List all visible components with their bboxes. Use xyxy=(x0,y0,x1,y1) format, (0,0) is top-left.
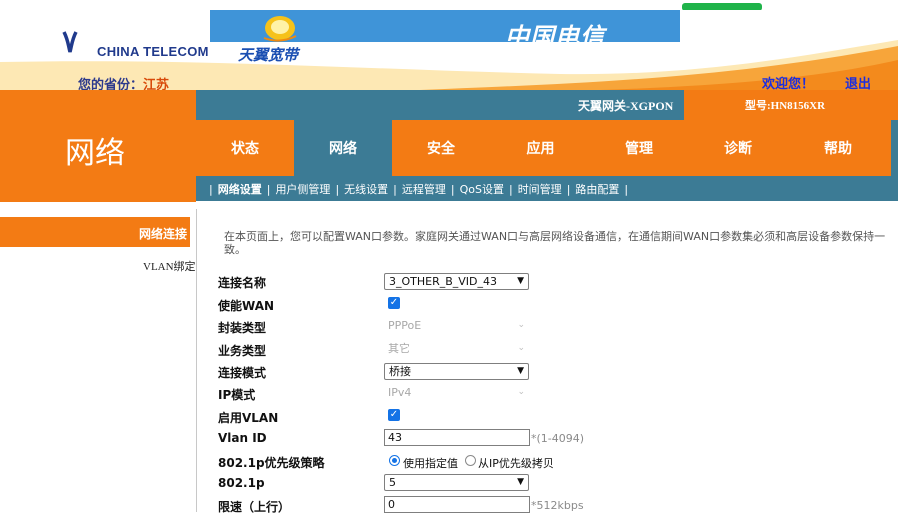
connection-name-select[interactable]: 3_OTHER_B_VID_43 ▼ xyxy=(384,273,529,290)
tab-management[interactable]: 管理 xyxy=(590,120,688,176)
china-telecom-logo-icon xyxy=(62,31,78,53)
gateway-name: 天翼网关-XGPON xyxy=(578,99,674,113)
subnav-user-side[interactable]: 用户侧管理 xyxy=(275,183,330,196)
connection-name-label: 连接名称 xyxy=(218,276,267,290)
sub-nav-divider: | xyxy=(624,183,629,196)
tab-status[interactable]: 状态 xyxy=(196,120,294,176)
main-nav: 状态 网络 安全 应用 管理 诊断 帮助 xyxy=(196,120,891,176)
conn-mode-label: 连接模式 xyxy=(218,366,267,380)
enable-vlan-label: 启用VLAN xyxy=(218,411,279,425)
subnav-time[interactable]: 时间管理 xyxy=(518,183,562,196)
ip-mode-select[interactable]: IPv4 ⌄ xyxy=(384,385,529,402)
vlan-id-input[interactable]: 43 xyxy=(384,429,530,446)
rate-up-hint: *512kbps xyxy=(531,499,584,512)
priority-policy-option-copy: 从IP优先级拷贝 xyxy=(478,457,554,470)
chevron-down-icon: ⌄ xyxy=(517,343,525,353)
sub-nav-divider: | xyxy=(450,183,455,196)
sub-nav-divider: | xyxy=(566,183,571,196)
sub-nav-divider: | xyxy=(266,183,271,196)
service-type-label: 业务类型 xyxy=(218,344,267,358)
sidebar-item-vlan-binding[interactable]: VLAN绑定 xyxy=(143,258,196,274)
chevron-down-icon: ▼ xyxy=(517,276,524,286)
conn-mode-select[interactable]: 桥接 ▼ xyxy=(384,363,529,380)
nav-right-strip xyxy=(891,120,898,176)
chevron-down-icon: ⌄ xyxy=(517,320,525,330)
priority-policy-radio-copy[interactable] xyxy=(465,455,476,466)
chevron-down-icon: ▼ xyxy=(517,366,524,376)
chevron-down-icon: ⌄ xyxy=(517,387,525,397)
model-number: 型号:HN8156XR xyxy=(745,100,826,112)
tianyi-mascot-icon xyxy=(263,16,297,42)
vlan-id-label: Vlan ID xyxy=(218,431,267,445)
priority-policy-label: 802.1p优先级策略 xyxy=(218,456,325,470)
tab-application[interactable]: 应用 xyxy=(491,120,590,176)
subnav-qos[interactable]: QoS设置 xyxy=(460,183,504,196)
subnav-wireless[interactable]: 无线设置 xyxy=(344,183,388,196)
rate-up-label: 限速（上行） xyxy=(218,500,291,514)
subnav-network-settings[interactable]: 网络设置 xyxy=(218,183,262,196)
tab-security[interactable]: 安全 xyxy=(392,120,490,176)
tab-network[interactable]: 网络 xyxy=(294,120,392,176)
enable-wan-checkbox[interactable]: ✓ xyxy=(388,297,400,309)
header-right-strip xyxy=(886,0,898,40)
enable-vlan-checkbox[interactable]: ✓ xyxy=(388,409,400,421)
banner-brand-cn: 中国电信 xyxy=(505,25,605,51)
conn-mode-value: 桥接 xyxy=(389,365,411,378)
sub-nav-items: | 网络设置 | 用户侧管理 | 无线设置 | 远程管理 | QoS设置 | 时间管理 | 路由配置 | xyxy=(204,181,633,197)
encap-type-select[interactable]: PPPoE ⌄ xyxy=(384,318,529,335)
sub-nav-divider: | xyxy=(335,183,340,196)
service-type-value: 其它 xyxy=(388,342,410,355)
sidebar-item-network-connection[interactable]: 网络连接 xyxy=(139,225,187,242)
connection-name-value: 3_OTHER_B_VID_43 xyxy=(389,275,498,288)
sub-nav-divider: | xyxy=(209,183,213,196)
p8021-label: 802.1p xyxy=(218,476,265,490)
encap-type-label: 封装类型 xyxy=(218,321,267,335)
priority-policy-option-specified: 使用指定值 xyxy=(403,457,458,470)
ip-mode-label: IP模式 xyxy=(218,388,256,402)
subnav-routing[interactable]: 路由配置 xyxy=(575,183,619,196)
sub-nav-divider: | xyxy=(393,183,397,196)
p8021-select[interactable]: 5 ▼ xyxy=(384,474,529,491)
vlan-id-hint: *(1-4094) xyxy=(531,432,585,445)
service-type-select[interactable]: 其它 ⌄ xyxy=(384,341,529,358)
section-title: 网络 xyxy=(65,136,125,171)
page-description: 在本页面上，您可以配置WAN口参数。家庭网关通过WAN口与高层网络设备通信，在通… xyxy=(224,230,886,256)
company-en-name: CHINA TELECOM xyxy=(97,44,209,59)
tab-diagnostics[interactable]: 诊断 xyxy=(688,120,788,176)
ip-mode-value: IPv4 xyxy=(388,386,412,399)
sub-nav-divider: | xyxy=(508,183,513,196)
p8021-value: 5 xyxy=(389,476,396,489)
subnav-remote[interactable]: 远程管理 xyxy=(402,183,446,196)
enable-wan-label: 使能WAN xyxy=(218,299,275,313)
chevron-down-icon: ▼ xyxy=(517,477,524,487)
priority-policy-radio-specified[interactable] xyxy=(389,455,400,466)
sidebar xyxy=(0,209,197,512)
product-brand: 天翼宽带 xyxy=(238,48,299,64)
banner-white-area xyxy=(682,10,886,42)
tab-help[interactable]: 帮助 xyxy=(788,120,888,176)
rate-up-input[interactable]: 0 xyxy=(384,496,530,513)
encap-type-value: PPPoE xyxy=(388,319,422,332)
